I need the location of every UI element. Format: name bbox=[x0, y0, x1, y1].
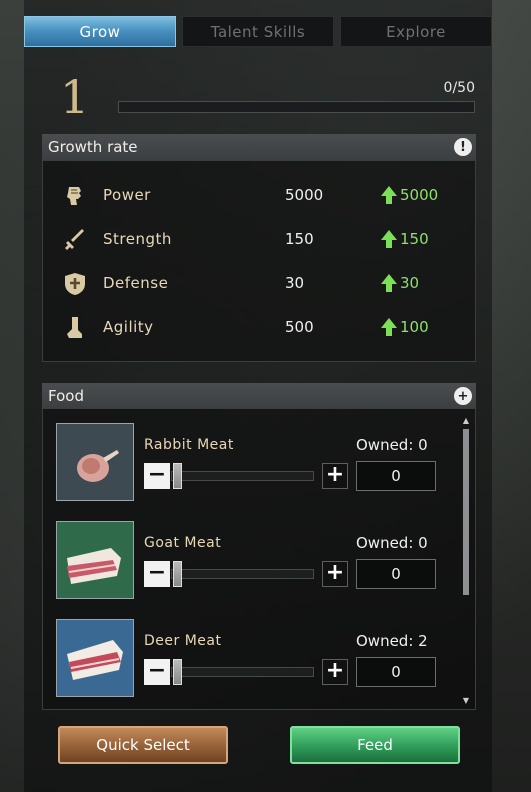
deer-meat-thumbnail[interactable] bbox=[56, 619, 134, 697]
food-item-deer-meat: Deer Meat Owned: 2 − + bbox=[43, 619, 463, 701]
stat-row-power: Power 5000 5000 bbox=[43, 181, 475, 211]
slider-handle[interactable] bbox=[173, 659, 182, 685]
feed-button[interactable]: Feed bbox=[290, 726, 460, 764]
quantity-slider[interactable] bbox=[171, 667, 314, 677]
owned-count: Owned: 0 bbox=[356, 534, 428, 552]
exclamation-icon[interactable]: ! bbox=[454, 138, 472, 156]
scroll-down-icon[interactable]: ▼ bbox=[462, 697, 470, 705]
meat-icon bbox=[67, 640, 123, 680]
stat-value: 5000 bbox=[285, 186, 324, 204]
boot-icon bbox=[63, 316, 87, 340]
food-item-goat-meat: Goat Meat Owned: 0 − + bbox=[43, 521, 463, 603]
stat-row-defense: Defense 30 30 bbox=[43, 269, 475, 299]
stat-row-agility: Agility 500 100 bbox=[43, 313, 475, 343]
up-arrow-icon bbox=[381, 274, 397, 296]
meat-icon bbox=[77, 450, 119, 482]
fist-icon bbox=[63, 184, 87, 208]
plus-button[interactable]: + bbox=[322, 463, 348, 489]
food-title: Food bbox=[48, 387, 84, 405]
quick-select-button[interactable]: Quick Select bbox=[58, 726, 228, 764]
rabbit-meat-thumbnail[interactable] bbox=[56, 423, 134, 501]
minus-button[interactable]: − bbox=[144, 463, 170, 489]
stat-name: Strength bbox=[103, 230, 172, 248]
up-arrow-icon bbox=[381, 318, 397, 340]
quantity-input[interactable] bbox=[356, 559, 436, 589]
up-arrow-icon bbox=[381, 186, 397, 208]
quantity-slider[interactable] bbox=[171, 569, 314, 579]
shield-icon bbox=[63, 272, 87, 296]
goat-meat-thumbnail[interactable] bbox=[56, 521, 134, 599]
growth-rate-header: Growth rate ! bbox=[42, 134, 476, 160]
food-list: Rabbit Meat Owned: 0 − + Goat Meat Owned… bbox=[42, 408, 476, 710]
stat-value: 500 bbox=[285, 318, 314, 336]
stats-panel: Power 5000 5000 Strength 150 150 Defense… bbox=[42, 160, 476, 362]
plus-button[interactable]: + bbox=[322, 659, 348, 685]
growth-rate-title: Growth rate bbox=[48, 138, 138, 156]
level-number: 1 bbox=[60, 70, 90, 124]
stat-value: 150 bbox=[285, 230, 314, 248]
food-header: Food + bbox=[42, 383, 476, 409]
stat-name: Power bbox=[103, 186, 151, 204]
minus-button[interactable]: − bbox=[144, 659, 170, 685]
stat-increase: 30 bbox=[400, 274, 420, 292]
food-item-rabbit-meat: Rabbit Meat Owned: 0 − + bbox=[43, 423, 463, 505]
tab-explore[interactable]: Explore bbox=[340, 16, 492, 47]
stat-value: 30 bbox=[285, 274, 305, 292]
food-name: Rabbit Meat bbox=[144, 437, 234, 453]
stat-increase: 5000 bbox=[400, 186, 439, 204]
food-name: Deer Meat bbox=[144, 633, 222, 649]
exp-text: 0/50 bbox=[443, 80, 475, 96]
tab-talent-skills[interactable]: Talent Skills bbox=[182, 16, 334, 47]
exp-bar bbox=[118, 101, 475, 113]
stat-name: Defense bbox=[103, 274, 169, 292]
quantity-input[interactable] bbox=[356, 461, 436, 491]
minus-button[interactable]: − bbox=[144, 561, 170, 587]
slider-handle[interactable] bbox=[173, 561, 182, 587]
stat-row-strength: Strength 150 150 bbox=[43, 225, 475, 255]
scroll-up-icon[interactable]: ▲ bbox=[462, 417, 470, 425]
scroll-thumb[interactable] bbox=[463, 429, 469, 595]
plus-button[interactable]: + bbox=[322, 561, 348, 587]
owned-count: Owned: 0 bbox=[356, 436, 428, 454]
plus-icon[interactable]: + bbox=[454, 387, 472, 405]
tab-grow[interactable]: Grow bbox=[24, 16, 176, 47]
meat-icon bbox=[67, 548, 121, 584]
quantity-input[interactable] bbox=[356, 657, 436, 687]
quantity-slider[interactable] bbox=[171, 471, 314, 481]
stat-increase: 150 bbox=[400, 230, 429, 248]
stat-name: Agility bbox=[103, 318, 154, 336]
food-scrollbar[interactable]: ▲ ▼ bbox=[462, 413, 470, 707]
stat-increase: 100 bbox=[400, 318, 429, 336]
up-arrow-icon bbox=[381, 230, 397, 252]
owned-count: Owned: 2 bbox=[356, 632, 428, 650]
slider-handle[interactable] bbox=[173, 463, 182, 489]
sword-icon bbox=[63, 228, 87, 252]
food-name: Goat Meat bbox=[144, 535, 222, 551]
